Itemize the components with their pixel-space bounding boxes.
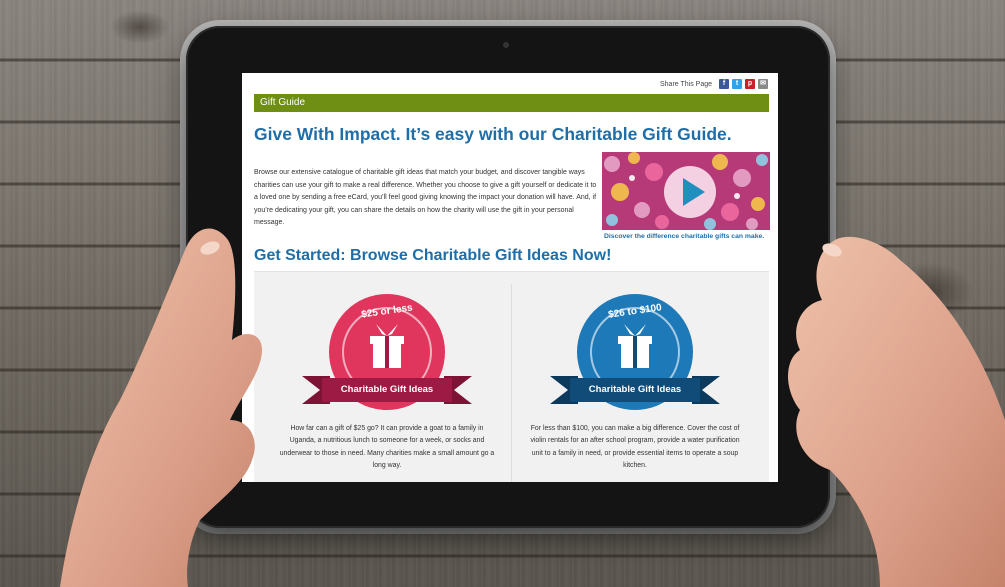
hands-holding-tablet	[60, 228, 1005, 587]
